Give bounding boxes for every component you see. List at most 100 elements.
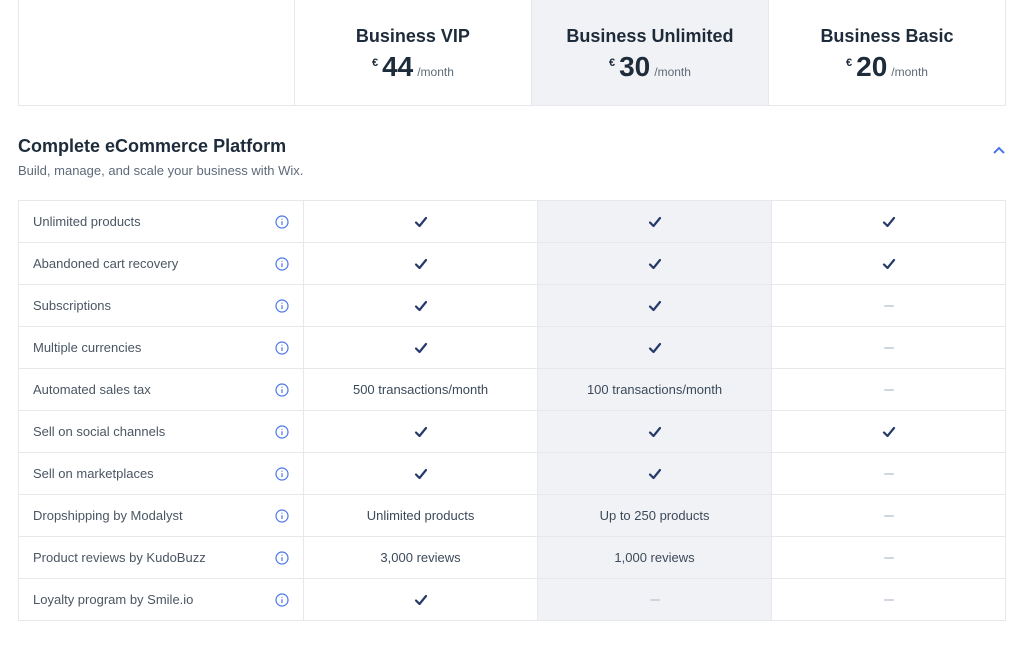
plan-price: € 20 /month (779, 53, 995, 81)
plan-price: € 44 /month (305, 53, 521, 81)
table-row: Loyalty program by Smile.io (19, 579, 1005, 621)
info-icon[interactable] (275, 257, 289, 271)
plan-col-basic: Business Basic € 20 /month (768, 0, 1005, 105)
dash-icon (884, 305, 894, 307)
table-row: Dropshipping by Modalyst Unlimited produc… (19, 495, 1005, 537)
info-icon[interactable] (275, 509, 289, 523)
feature-label: Unlimited products (33, 214, 141, 229)
plan-col-unlimited: Business Unlimited € 30 /month (531, 0, 768, 105)
feature-value: 500 transactions/month (353, 382, 488, 397)
info-icon[interactable] (275, 341, 289, 355)
table-row: Multiple currencies (19, 327, 1005, 369)
check-icon (882, 257, 896, 271)
check-icon (414, 341, 428, 355)
table-row: Product reviews by KudoBuzz3,000 reviews… (19, 537, 1005, 579)
feature-label-cell: Loyalty program by Smile.io (19, 579, 303, 620)
info-icon[interactable] (275, 215, 289, 229)
feature-value-cell (771, 369, 1005, 410)
dash-icon (884, 557, 894, 559)
table-row: Abandoned cart recovery (19, 243, 1005, 285)
feature-value-cell (537, 285, 771, 326)
feature-value-cell (303, 243, 537, 284)
feature-value-cell (303, 201, 537, 242)
table-row: Unlimited products (19, 201, 1005, 243)
dash-icon (650, 599, 660, 601)
info-icon[interactable] (275, 383, 289, 397)
feature-value-cell: 100 transactions/month (537, 369, 771, 410)
section-title: Complete eCommerce Platform (18, 136, 303, 157)
plan-currency: € (372, 57, 378, 69)
feature-label: Multiple currencies (33, 340, 141, 355)
info-icon[interactable] (275, 551, 289, 565)
plan-header-row: Business VIP € 44 /month Business Unlimi… (18, 0, 1006, 106)
feature-value-cell (771, 327, 1005, 368)
feature-value-cell: 500 transactions/month (303, 369, 537, 410)
feature-value-cell (771, 285, 1005, 326)
feature-value-cell (303, 327, 537, 368)
feature-value-cell (771, 201, 1005, 242)
feature-value-cell (303, 411, 537, 452)
feature-value-cell: Up to 250 products (537, 495, 771, 536)
check-icon (414, 257, 428, 271)
info-icon[interactable] (275, 593, 289, 607)
check-icon (414, 467, 428, 481)
table-row: Subscriptions (19, 285, 1005, 327)
feature-value-cell (537, 327, 771, 368)
feature-value-cell (771, 453, 1005, 494)
feature-value-cell: Unlimited products (303, 495, 537, 536)
table-row: Automated sales tax 500 transactions/mont… (19, 369, 1005, 411)
plan-price-period: /month (654, 65, 691, 79)
feature-label-cell: Abandoned cart recovery (19, 243, 303, 284)
feature-value-cell: 1,000 reviews (537, 537, 771, 578)
feature-value-cell (771, 243, 1005, 284)
feature-value: 3,000 reviews (380, 550, 460, 565)
section-subtitle: Build, manage, and scale your business w… (18, 163, 303, 178)
info-icon[interactable] (275, 425, 289, 439)
feature-label: Loyalty program by Smile.io (33, 592, 193, 607)
check-icon (414, 215, 428, 229)
feature-label-cell: Sell on marketplaces (19, 453, 303, 494)
check-icon (882, 215, 896, 229)
feature-label-cell: Sell on social channels (19, 411, 303, 452)
plan-currency: € (609, 57, 615, 69)
table-row: Sell on social channels (19, 411, 1005, 453)
feature-label: Abandoned cart recovery (33, 256, 178, 271)
plan-price-period: /month (891, 65, 928, 79)
feature-label-cell: Subscriptions (19, 285, 303, 326)
chevron-up-icon[interactable] (992, 144, 1006, 158)
plan-header-spacer (19, 0, 294, 105)
plan-price-value: 20 (856, 53, 887, 81)
check-icon (414, 425, 428, 439)
feature-value-cell (537, 243, 771, 284)
table-row: Sell on marketplaces (19, 453, 1005, 495)
plan-price-period: /month (417, 65, 454, 79)
feature-value-cell: 3,000 reviews (303, 537, 537, 578)
feature-value-cell (771, 411, 1005, 452)
feature-value-cell (303, 453, 537, 494)
feature-value: 1,000 reviews (614, 550, 694, 565)
info-icon[interactable] (275, 299, 289, 313)
feature-value-cell (771, 537, 1005, 578)
feature-label: Automated sales tax (33, 382, 151, 397)
plan-price: € 30 /month (542, 53, 758, 81)
check-icon (882, 425, 896, 439)
check-icon (648, 467, 662, 481)
dash-icon (884, 599, 894, 601)
feature-value: 100 transactions/month (587, 382, 722, 397)
check-icon (648, 341, 662, 355)
feature-label-cell: Multiple currencies (19, 327, 303, 368)
dash-icon (884, 389, 894, 391)
feature-label: Subscriptions (33, 298, 111, 313)
feature-value-cell (771, 495, 1005, 536)
plan-name: Business Basic (779, 26, 995, 47)
dash-icon (884, 473, 894, 475)
check-icon (648, 215, 662, 229)
plan-col-vip: Business VIP € 44 /month (294, 0, 531, 105)
feature-value-cell (537, 579, 771, 620)
feature-label-cell: Dropshipping by Modalyst (19, 495, 303, 536)
check-icon (648, 425, 662, 439)
feature-label-cell: Automated sales tax (19, 369, 303, 410)
feature-label: Dropshipping by Modalyst (33, 508, 183, 523)
check-icon (414, 593, 428, 607)
info-icon[interactable] (275, 467, 289, 481)
